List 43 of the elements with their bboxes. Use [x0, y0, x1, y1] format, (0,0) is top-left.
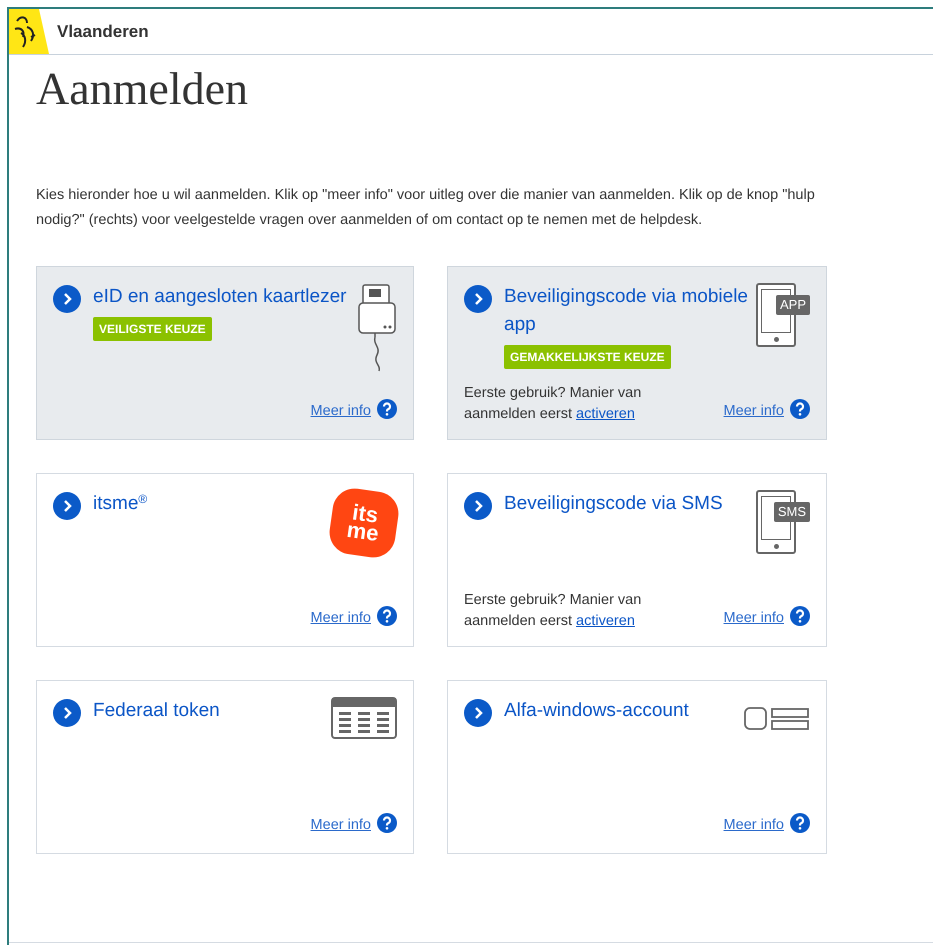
login-option-card[interactable]: Alfa-windows-account Meer info — [447, 680, 827, 854]
activation-note: Eerste gebruik? Manier van aanmelden eerst activeren — [464, 591, 642, 631]
intro-text: Kies hieronder hoe u wil aanmelden. Klik op "meer info" voor uitleg over die manier van aanmelden. Klik op de knop "hulp nodig?" (rechts) voor veelgestelde vragen over aanmelden of om contact op te nemen met de helpdesk. — [36, 186, 816, 230]
login-option-card[interactable]: Beveiligingscode via mobiele app GEMAKKELIJKSTE KEUZE APP Eerste gebruik? Manier van aanmelden eerst activeren Meer info — [447, 266, 827, 440]
token-icon — [331, 697, 397, 739]
login-option-card[interactable]: Beveiligingscode via SMS SMS Eerste gebruik? Manier van aanmelden eerst activeren Meer info — [447, 473, 827, 647]
card-reader-icon — [357, 283, 397, 373]
login-option-card[interactable]: eID en aangesloten kaartlezer VEILIGSTE KEUZE Meer info — [36, 266, 414, 440]
help-icon[interactable] — [790, 399, 810, 419]
help-icon[interactable] — [790, 606, 810, 626]
more-info-link[interactable]: Meer info — [724, 401, 784, 423]
help-icon[interactable] — [377, 813, 397, 833]
chevron-right-icon — [464, 285, 492, 313]
brand-name: Vlaanderen — [57, 20, 149, 43]
chevron-right-icon — [53, 285, 81, 313]
option-title: Beveiligingscode via SMS — [504, 492, 723, 516]
more-info-link[interactable]: Meer info — [310, 815, 371, 837]
chevron-right-icon — [464, 699, 492, 727]
option-title: Beveiligingscode via mobiele app — [504, 285, 748, 337]
help-icon[interactable] — [377, 399, 397, 419]
account-icon — [744, 707, 810, 731]
login-option-card[interactable]: itsme$^{®}$ its me Meer info — [36, 473, 414, 647]
chevron-right-icon — [464, 492, 492, 520]
recommendation-badge: GEMAKKELIJKSTE KEUZE — [504, 345, 671, 369]
chevron-right-icon — [53, 492, 81, 520]
lion-logo[interactable] — [9, 9, 49, 54]
more-info-link[interactable]: Meer info — [724, 815, 784, 837]
page-title: Aanmelden — [36, 62, 250, 116]
help-icon[interactable] — [377, 606, 397, 626]
recommendation-badge: VEILIGSTE KEUZE — [93, 317, 212, 341]
activation-note: Eerste gebruik? Manier van aanmelden eerst activeren — [464, 384, 642, 424]
more-info-link[interactable]: Meer info — [310, 608, 371, 630]
help-icon[interactable] — [790, 813, 810, 833]
option-title: itsme$^{®}$ — [93, 491, 148, 516]
more-info-link[interactable]: Meer info — [310, 401, 371, 423]
login-option-card[interactable]: Federaal token Meer info — [36, 680, 414, 854]
more-info-link[interactable]: Meer info — [724, 608, 784, 630]
activate-link[interactable]: activeren — [576, 406, 635, 422]
option-title: Alfa-windows-account — [504, 699, 689, 723]
chevron-right-icon — [53, 699, 81, 727]
activate-link[interactable]: activeren — [576, 613, 635, 629]
option-title: eID en aangesloten kaartlezer — [93, 285, 346, 309]
option-title: Federaal token — [93, 699, 220, 723]
